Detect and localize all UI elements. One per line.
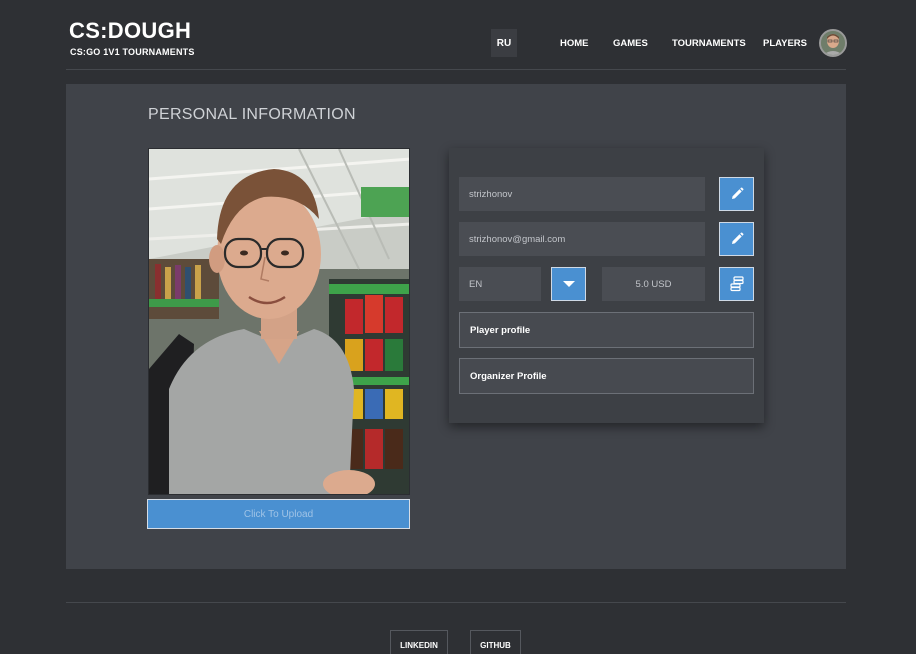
username-field[interactable]: strizhonov <box>459 177 705 211</box>
personal-info-panel: PERSONAL INFORMATION Click To Upload str… <box>66 84 846 569</box>
upload-photo-button[interactable]: Click To Upload <box>147 499 410 529</box>
brand-subtitle: CS:GO 1V1 TOURNAMENTS <box>70 47 195 57</box>
pencil-icon <box>731 187 743 199</box>
brand-title[interactable]: CS:DOUGH <box>69 18 191 44</box>
nav-tournaments[interactable]: TOURNAMENTS <box>672 38 746 49</box>
site-header: CS:DOUGH CS:GO 1V1 TOURNAMENTS RU HOME G… <box>66 0 847 70</box>
page-title: PERSONAL INFORMATION <box>148 106 356 123</box>
footer-linkedin-link[interactable]: LINKEDIN <box>390 630 448 654</box>
avatar[interactable] <box>819 29 847 57</box>
chevron-down-icon <box>562 281 575 287</box>
balance-field: 5.0 USD <box>602 267 705 301</box>
language-switch-button[interactable]: RU <box>491 29 517 57</box>
nav-home[interactable]: HOME <box>560 38 589 49</box>
language-select[interactable]: EN <box>459 267 541 301</box>
profile-form-card: strizhonov strizhonov@gmail.com EN 5.0 U… <box>449 148 764 423</box>
organizer-profile-button[interactable]: Organizer Profile <box>459 358 754 394</box>
nav-players[interactable]: PLAYERS <box>763 38 807 49</box>
coins-icon <box>729 276 744 292</box>
footer-github-link[interactable]: GITHUB <box>470 630 521 654</box>
balance-button[interactable] <box>719 267 754 301</box>
player-profile-button[interactable]: Player profile <box>459 312 754 348</box>
profile-photo <box>148 148 410 495</box>
edit-username-button[interactable] <box>719 177 754 211</box>
email-field[interactable]: strizhonov@gmail.com <box>459 222 705 256</box>
edit-email-button[interactable] <box>719 222 754 256</box>
language-dropdown-button[interactable] <box>551 267 586 301</box>
nav-games[interactable]: GAMES <box>613 38 648 49</box>
footer-divider <box>66 602 846 603</box>
pencil-icon <box>731 232 743 244</box>
